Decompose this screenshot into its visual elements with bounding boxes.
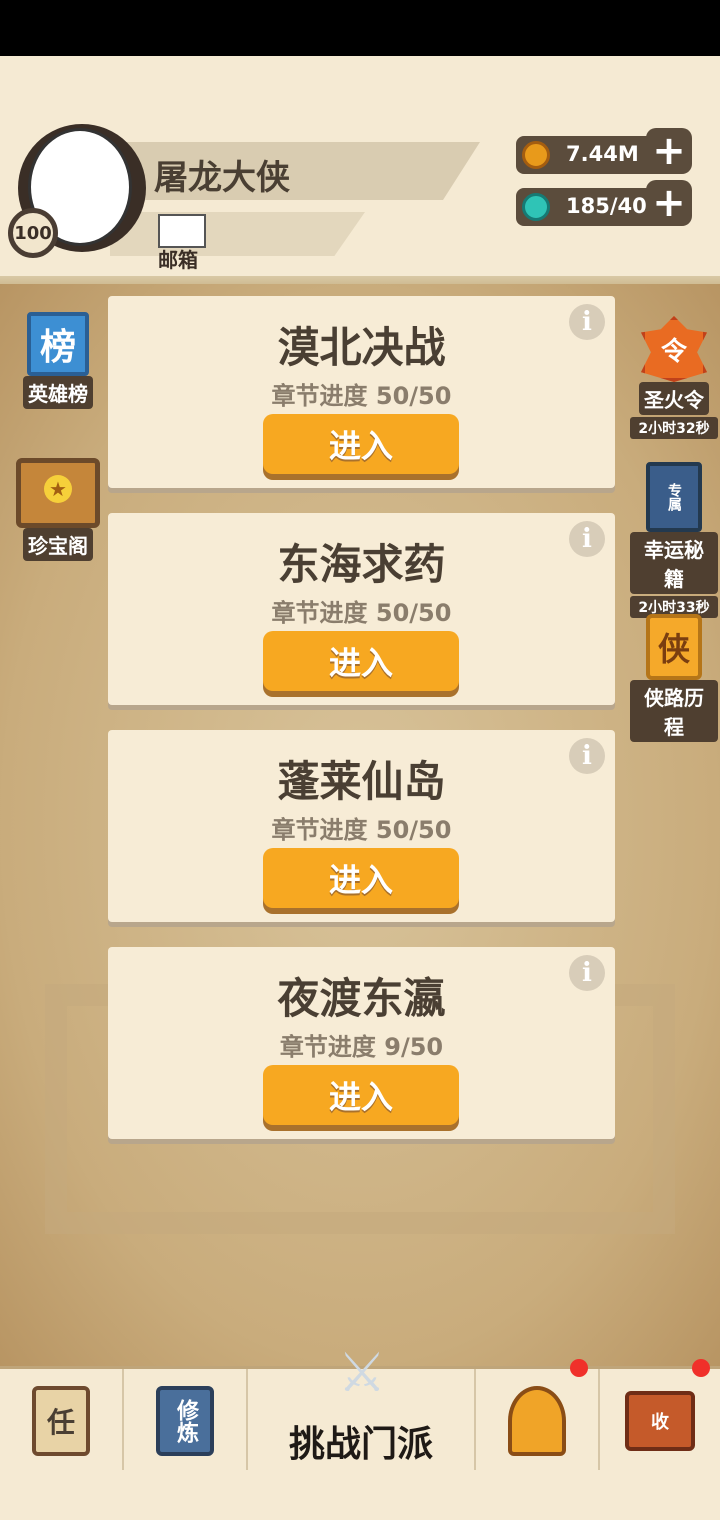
crossed-swords-icon: ⚔ [337, 1341, 387, 1404]
hero-ranking-label: 英雄榜 [23, 376, 93, 409]
manual-book-icon: 专属 [646, 462, 702, 532]
chapter-title: 漠北决战 [277, 323, 446, 372]
enter-button[interactable]: 进入 [263, 1065, 459, 1125]
tab-equipment[interactable] [476, 1359, 600, 1473]
hero-ranking-button[interactable]: 榜 英雄榜 [16, 312, 100, 409]
navigation-area [0, 1470, 720, 1520]
tab-challenge-sects[interactable]: ⚔ 挑战门派 [248, 1343, 476, 1473]
lucky-manual-button[interactable]: 专属 幸运秘籍 2小时33秒 [630, 462, 718, 618]
chapter-title: 蓬莱仙岛 [277, 757, 446, 806]
mail-banner [110, 212, 365, 256]
enter-button[interactable]: 进入 [263, 848, 459, 908]
chapter-progress: 章节进度 50/50 [271, 599, 452, 627]
scroll-icon: 任 [32, 1386, 90, 1456]
treasure-pavilion-label: 珍宝阁 [23, 528, 93, 561]
enter-button[interactable]: 进入 [263, 631, 459, 691]
hero-journey-label: 侠路历程 [630, 680, 718, 742]
enter-button[interactable]: 进入 [263, 414, 459, 474]
chapter-progress: 章节进度 50/50 [271, 382, 452, 410]
tab-training[interactable]: 修炼 [124, 1369, 248, 1473]
shop-icon: 收 [625, 1391, 695, 1451]
ranking-banner-icon: 榜 [27, 312, 89, 376]
holy-fire-token-timer: 2小时32秒 [630, 417, 718, 439]
fire-token-icon: 令 [641, 316, 707, 382]
treasure-pavilion-button[interactable]: 珍宝阁 [14, 458, 102, 561]
chapter-title: 夜渡东瀛 [277, 974, 446, 1023]
mail-label[interactable]: 邮箱 [158, 244, 198, 273]
coin-value: 7.44M [566, 142, 639, 166]
hero-journey-icon: 侠 [646, 614, 702, 680]
gem-value: 185/40 [566, 194, 647, 218]
mail-icon[interactable] [158, 214, 206, 248]
chapter-card: i 夜渡东瀛 章节进度 9/50 进入 [108, 947, 615, 1139]
chapter-progress: 章节进度 50/50 [271, 816, 452, 844]
coin-icon [522, 141, 550, 169]
chapter-card: i 蓬莱仙岛 章节进度 50/50 进入 [108, 730, 615, 922]
level-badge: 100 [8, 208, 58, 258]
chapter-card: i 漠北决战 章节进度 50/50 进入 [108, 296, 615, 488]
chapter-title: 东海求药 [277, 540, 446, 589]
helmet-icon [508, 1386, 566, 1456]
holy-fire-token-label: 圣火令 [639, 382, 709, 415]
training-book-icon: 修炼 [156, 1386, 214, 1456]
challenge-sects-label: 挑战门派 [288, 1424, 433, 1465]
lucky-manual-label: 幸运秘籍 [630, 532, 718, 594]
player-name: 屠龙大侠 [154, 158, 290, 198]
bottom-tab-bar: 任 修炼 ⚔ 挑战门派 收 [0, 1343, 720, 1473]
add-coin-button[interactable]: + [646, 128, 692, 174]
holy-fire-token-button[interactable]: 令 圣火令 2小时32秒 [630, 316, 718, 439]
treasure-chest-icon [16, 458, 100, 528]
gem-icon [522, 193, 550, 221]
notification-dot [570, 1359, 588, 1377]
status-bar [0, 0, 720, 56]
tab-tasks[interactable]: 任 [0, 1369, 124, 1473]
hero-journey-button[interactable]: 侠 侠路历程 [630, 614, 718, 742]
chapter-progress: 章节进度 9/50 [279, 1033, 444, 1061]
chapter-card: i 东海求药 章节进度 50/50 进入 [108, 513, 615, 705]
notification-dot [692, 1359, 710, 1377]
add-gem-button[interactable]: + [646, 180, 692, 226]
tab-collect[interactable]: 收 [600, 1359, 720, 1473]
